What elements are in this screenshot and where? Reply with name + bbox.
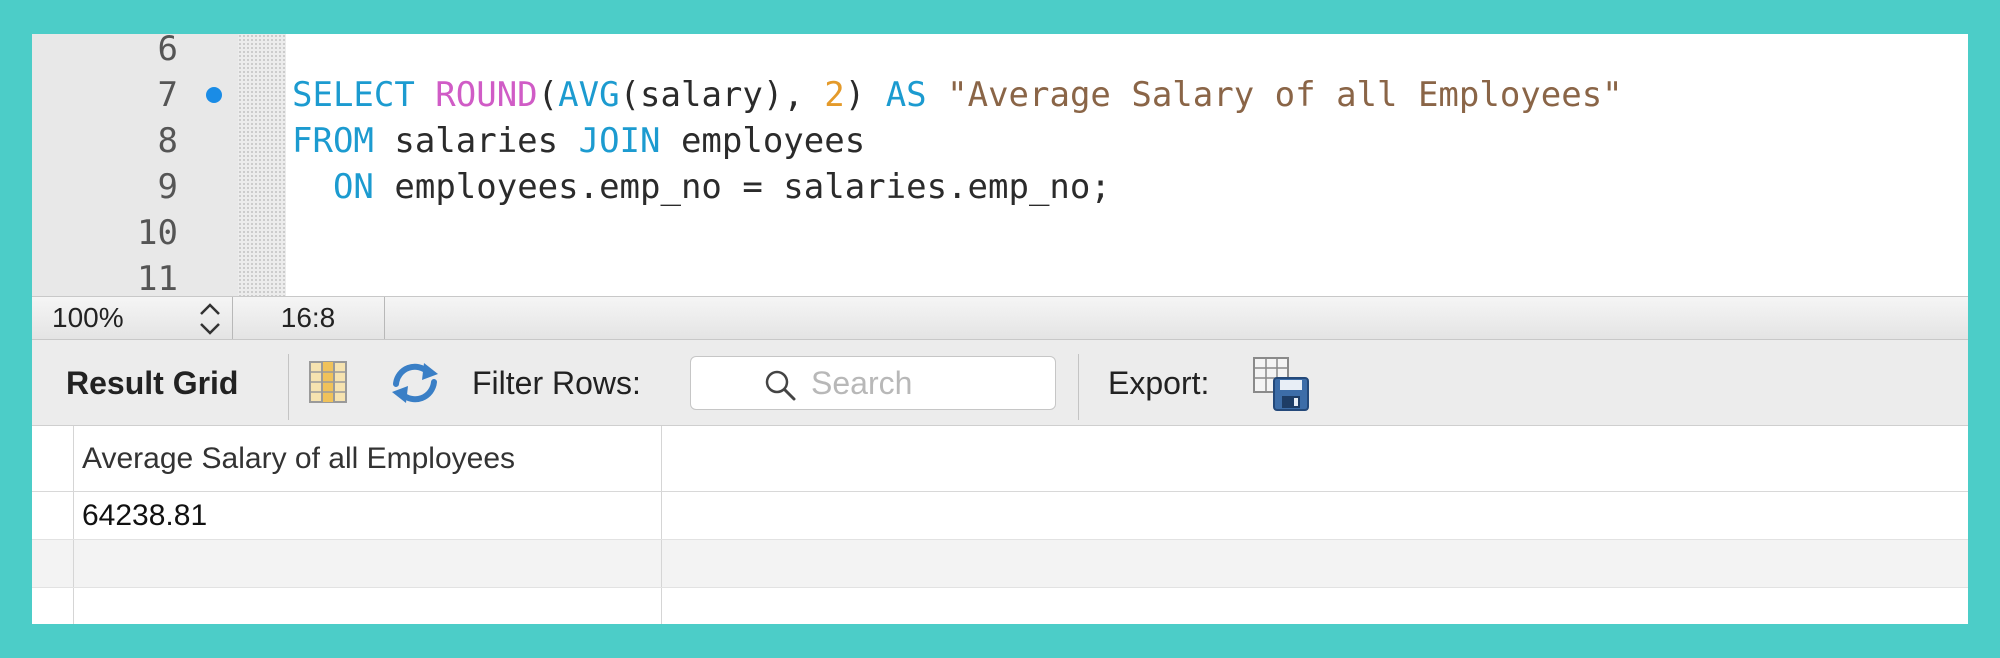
editor-status-bar: 100% 16:8: [32, 296, 1968, 340]
code-token-keyword: ON: [332, 167, 374, 207]
code-token-string: "Average Salary of all Employees": [947, 75, 1623, 115]
refresh-arrows-icon[interactable]: [388, 360, 442, 406]
sql-workbench-window: 6 7 SELECT ROUND(AVG(salary), 2) AS "Avera…: [32, 34, 1968, 624]
code-text[interactable]: SELECT ROUND(AVG(salary), 2) AS "Average…: [292, 72, 1623, 118]
line-number: 10: [137, 213, 178, 253]
code-token-number: 2: [824, 75, 845, 115]
row-marker: [32, 588, 74, 624]
up-down-chevron-icon[interactable]: [196, 300, 224, 338]
empty-table-row: [32, 588, 1968, 624]
code-token-plain: (salary),: [619, 75, 825, 115]
editor-line[interactable]: 6: [32, 34, 1968, 72]
code-token-plain: employees: [660, 121, 866, 161]
empty-table-row: [32, 540, 1968, 588]
code-token-keyword: JOIN: [578, 121, 661, 161]
line-number: 7: [157, 75, 178, 115]
editor-line[interactable]: 8 FROM salaries JOIN employees: [32, 118, 1968, 164]
export-label: Export:: [1108, 365, 1210, 401]
line-number: 8: [157, 121, 178, 161]
line-number: 6: [157, 34, 178, 69]
code-token-plain: employees.emp_no = salaries.emp_no;: [373, 167, 1111, 207]
editor-line[interactable]: 9 ON employees.emp_no = salaries.emp_no;: [32, 164, 1968, 210]
empty-table-cell: [74, 540, 662, 587]
code-token-keyword: SELECT: [292, 75, 436, 115]
editor-line[interactable]: 11: [32, 256, 1968, 296]
sql-editor[interactable]: 6 7 SELECT ROUND(AVG(salary), 2) AS "Avera…: [32, 34, 1968, 296]
editor-line[interactable]: 7 SELECT ROUND(AVG(salary), 2) AS "Averag…: [32, 72, 1968, 118]
code-text[interactable]: ON employees.emp_no = salaries.emp_no;: [292, 164, 1111, 210]
table-cell[interactable]: 64238.81: [74, 492, 662, 539]
code-token-keyword: AVG: [558, 75, 620, 115]
export-save-icon[interactable]: [1252, 356, 1310, 412]
toolbar-divider: [288, 354, 289, 420]
column-grid-icon[interactable]: [308, 360, 348, 404]
zoom-level: 100%: [52, 302, 124, 333]
editor-line[interactable]: 10: [32, 210, 1968, 256]
toolbar-divider: [1078, 354, 1079, 420]
cursor-position: 16:8: [280, 302, 336, 333]
cursor-position-cell: 16:8: [232, 297, 385, 339]
code-token-keyword: AS: [885, 75, 927, 115]
line-number: 9: [157, 167, 178, 207]
column-header[interactable]: Average Salary of all Employees: [74, 426, 662, 491]
row-marker[interactable]: [32, 492, 74, 539]
zoom-control[interactable]: 100%: [32, 297, 233, 339]
code-token-plain: salaries: [373, 121, 579, 161]
table-row[interactable]: 64238.81: [32, 492, 1968, 540]
code-token-plain: ): [844, 75, 886, 115]
result-grid-tab[interactable]: Result Grid: [66, 340, 238, 426]
filter-search-input[interactable]: [811, 361, 1041, 405]
empty-table-cell: [74, 588, 662, 624]
code-token-plain: (: [537, 75, 559, 115]
result-grid[interactable]: Average Salary of all Employees 64238.81: [32, 426, 1968, 624]
code-text[interactable]: FROM salaries JOIN employees: [292, 118, 865, 164]
breakpoint-dot-icon[interactable]: [206, 87, 222, 103]
result-toolbar: Result Grid Filter Rows: Expor: [32, 340, 1968, 426]
line-number: 11: [137, 259, 178, 296]
row-marker-header: [32, 426, 74, 491]
filter-rows-label: Filter Rows:: [472, 365, 641, 401]
code-token-func: ROUND: [435, 75, 538, 115]
filter-search-box[interactable]: [690, 356, 1056, 410]
grid-header-row: Average Salary of all Employees: [32, 426, 1968, 492]
row-marker: [32, 540, 74, 587]
magnifier-icon: [765, 370, 796, 401]
code-token-keyword: FROM: [292, 121, 374, 161]
